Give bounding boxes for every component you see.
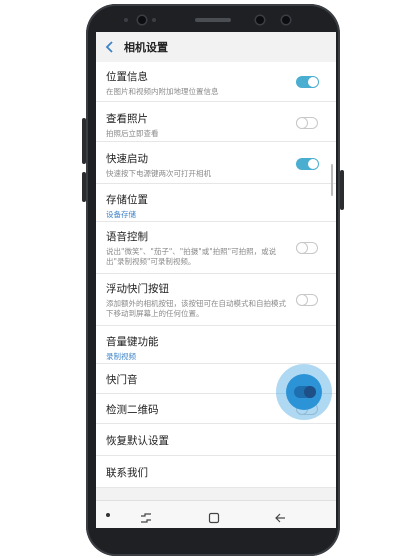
home-button[interactable] <box>208 509 220 528</box>
setting-title: 存储位置 <box>106 194 148 206</box>
floating-shutter-toggle[interactable] <box>295 293 318 306</box>
back-button[interactable] <box>102 40 116 54</box>
settings-list: 位置信息 在图片和视频内附加地理位置信息 查看照片 拍照后立即查看 快速启动 快… <box>96 62 336 488</box>
setting-title: 恢复默认设置 <box>106 435 169 447</box>
setting-contact-us[interactable]: 联系我们 <box>96 456 336 488</box>
chevron-left-icon <box>105 41 113 53</box>
screen: 相机设置 位置信息 在图片和视频内附加地理位置信息 查看照片 拍照后立即查看 快… <box>96 32 336 528</box>
setting-floating-shutter[interactable]: 浮动快门按钮 添加额外的相机按钮，该按钮可在自动模式和自拍模式下移动到屏幕上的任… <box>96 274 336 326</box>
nav-dot-icon[interactable] <box>106 513 110 517</box>
front-camera <box>256 16 264 24</box>
setting-subtitle: 在图片和视频内附加地理位置信息 <box>106 87 219 96</box>
page-title: 相机设置 <box>124 41 168 54</box>
setting-review-pictures[interactable]: 查看照片 拍照后立即查看 <box>96 102 336 142</box>
power-button <box>340 170 344 210</box>
setting-value: 录制视频 <box>106 352 136 361</box>
app-header: 相机设置 <box>96 32 336 62</box>
back-nav-button[interactable] <box>274 509 286 528</box>
review-toggle[interactable] <box>295 116 318 129</box>
iris-camera <box>282 16 290 24</box>
setting-subtitle: 说出"微笑"、"茄子"、"拍摄"或"拍照"可拍照，或说出"录制视频"可录制视频。 <box>106 247 277 266</box>
setting-storage-location[interactable]: 存储位置 设备存储 <box>96 184 336 222</box>
setting-volume-keys[interactable]: 音量键功能 录制视频 <box>96 326 336 364</box>
setting-voice-control[interactable]: 语音控制 说出"微笑"、"茄子"、"拍摄"或"拍照"可拍照，或说出"录制视频"可… <box>96 222 336 274</box>
quick-launch-toggle[interactable] <box>296 158 319 170</box>
setting-subtitle: 拍照后立即查看 <box>106 129 159 138</box>
voice-control-toggle[interactable] <box>295 241 318 254</box>
iris-sensor <box>138 16 146 24</box>
back-arrow-icon <box>275 513 285 523</box>
sensor-dot <box>152 18 156 22</box>
earpiece-speaker <box>195 18 231 22</box>
setting-subtitle: 添加额外的相机按钮，该按钮可在自动模式和自拍模式下移动到屏幕上的任何位置。 <box>106 299 286 318</box>
setting-value: 设备存储 <box>106 210 136 219</box>
shutter-sound-toggle[interactable] <box>294 386 316 398</box>
setting-title: 联系我们 <box>106 467 148 479</box>
home-icon <box>208 512 220 524</box>
location-toggle[interactable] <box>296 76 319 88</box>
setting-title: 音量键功能 <box>106 336 159 348</box>
sensor-dot <box>124 18 128 22</box>
recent-apps-icon <box>141 513 151 523</box>
setting-location-tags[interactable]: 位置信息 在图片和视频内附加地理位置信息 <box>96 62 336 102</box>
recent-apps-button[interactable] <box>140 509 152 528</box>
scrollbar[interactable] <box>331 164 333 196</box>
setting-subtitle: 快速按下电源键两次可打开相机 <box>106 169 211 178</box>
setting-quick-launch[interactable]: 快速启动 快速按下电源键两次可打开相机 <box>96 142 336 184</box>
setting-reset[interactable]: 恢复默认设置 <box>96 424 336 456</box>
navigation-bar <box>96 500 336 528</box>
